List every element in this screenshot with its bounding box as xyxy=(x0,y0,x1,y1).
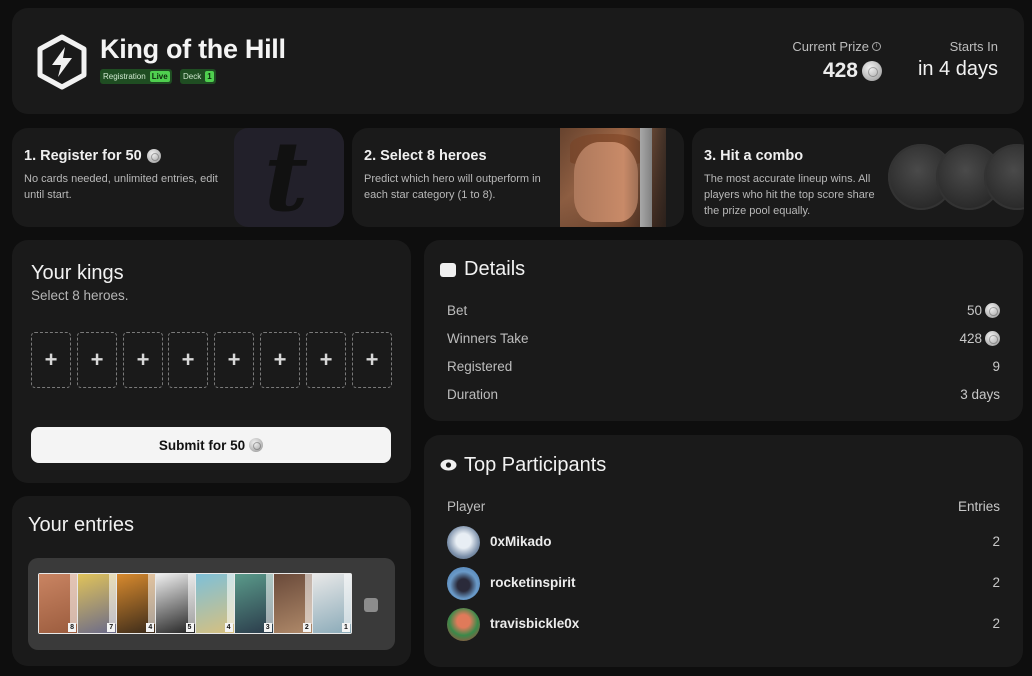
hero-card-thumb: 4 xyxy=(195,574,234,633)
hero-slot-1[interactable]: + xyxy=(31,332,71,388)
participant-name[interactable]: 0xMikado xyxy=(490,534,552,549)
top-participants-panel: Top Participants Player Entries 0xMikado… xyxy=(424,435,1023,667)
coin-icon xyxy=(862,61,882,81)
detail-value-registered: 9 xyxy=(992,359,1000,374)
edit-entry-icon[interactable] xyxy=(364,598,378,612)
detail-label-winners-take: Winners Take xyxy=(447,331,529,346)
hero-card-thumb: 1 xyxy=(312,574,351,633)
avatar[interactable] xyxy=(447,567,480,600)
hero-card-illustration xyxy=(560,128,666,227)
hero-card-thumb: 7 xyxy=(78,574,117,633)
detail-value-bet: 50 xyxy=(967,303,1000,318)
hero-slot-7[interactable]: + xyxy=(306,332,346,388)
entries-title: Your entries xyxy=(28,514,134,536)
hero-slot-4[interactable]: + xyxy=(168,332,208,388)
coin-icon xyxy=(985,303,1000,318)
detail-value-duration: 3 days xyxy=(960,387,1000,402)
details-title: Details xyxy=(464,258,526,280)
your-kings-panel: Your kings Select 8 heroes. + + + + + + … xyxy=(12,240,411,483)
detail-value-winners-take: 428 xyxy=(959,331,1000,346)
eye-icon xyxy=(440,459,457,471)
deck-number: 1 xyxy=(205,71,214,82)
coin-icon xyxy=(985,331,1000,346)
hero-slot-3[interactable]: + xyxy=(123,332,163,388)
detail-label-duration: Duration xyxy=(447,387,499,402)
tournament-header: King of the Hill Registration Live Deck … xyxy=(12,8,1024,114)
step-hit-combo: 3. Hit a combo The most accurate lineup … xyxy=(692,128,1024,227)
participant-entries: 2 xyxy=(992,616,1000,631)
hero-card-thumb: 3 xyxy=(234,574,273,633)
hero-slot-8[interactable]: + xyxy=(352,332,392,388)
bolt-hexagon-logo-icon xyxy=(37,34,87,90)
entry-card-strip: 8 7 4 5 4 3 2 1 xyxy=(38,573,352,634)
ticket-icon xyxy=(440,263,456,277)
step-register: t 1. Register for 50 No cards needed, un… xyxy=(12,128,344,227)
hero-card-thumb: 5 xyxy=(156,574,195,633)
hero-slot-6[interactable]: + xyxy=(260,332,300,388)
avatar[interactable] xyxy=(447,608,480,641)
starts-in-label: Starts In xyxy=(949,39,998,54)
info-icon[interactable]: i xyxy=(872,42,881,51)
page-title: King of the Hill xyxy=(100,34,286,64)
hero-slot-2[interactable]: + xyxy=(77,332,117,388)
current-prize-label: Current Prize i xyxy=(792,39,881,54)
detail-label-registered: Registered xyxy=(447,359,513,374)
registration-status: Live xyxy=(149,71,170,82)
hero-slot-5[interactable]: + xyxy=(214,332,254,388)
participants-title: Top Participants xyxy=(464,454,607,476)
submit-button[interactable]: Submit for 50 xyxy=(31,427,391,463)
column-header-entries: Entries xyxy=(957,499,1000,514)
participant-name[interactable]: rocketinspirit xyxy=(490,575,576,590)
avatar[interactable] xyxy=(447,526,480,559)
step-description: Predict which hero will outperform in ea… xyxy=(364,173,541,201)
kings-subtitle: Select 8 heroes. xyxy=(31,288,129,303)
your-entries-panel: Your entries 8 7 4 5 4 3 2 1 xyxy=(12,496,411,666)
kings-title: Your kings xyxy=(31,262,124,284)
deck-badge: Deck 1 xyxy=(180,69,216,84)
step-description: No cards needed, unlimited entries, edit… xyxy=(24,173,218,201)
t-logo-illustration: t xyxy=(234,128,344,227)
registration-badge: Registration Live xyxy=(100,69,172,84)
column-header-player: Player xyxy=(447,499,486,514)
details-panel: Details Bet 50 Winners Take 428 Register… xyxy=(424,240,1023,421)
participant-entries: 2 xyxy=(992,575,1000,590)
coin-icon xyxy=(146,149,161,163)
entry-item[interactable]: 8 7 4 5 4 3 2 1 xyxy=(28,558,395,650)
step-select-heroes: 2. Select 8 heroes Predict which hero wi… xyxy=(352,128,684,227)
starts-in-value: in 4 days xyxy=(917,58,998,80)
participant-entries: 2 xyxy=(992,534,1000,549)
hero-card-thumb: 8 xyxy=(39,574,78,633)
hero-card-thumb: 4 xyxy=(117,574,156,633)
hero-card-thumb: 2 xyxy=(273,574,312,633)
coin-icon xyxy=(249,438,264,452)
step-description: The most accurate lineup wins. All playe… xyxy=(704,173,875,217)
participant-name[interactable]: travisbickle0x xyxy=(490,616,579,631)
detail-label-bet: Bet xyxy=(447,303,468,318)
current-prize-value: 428 xyxy=(823,59,882,83)
